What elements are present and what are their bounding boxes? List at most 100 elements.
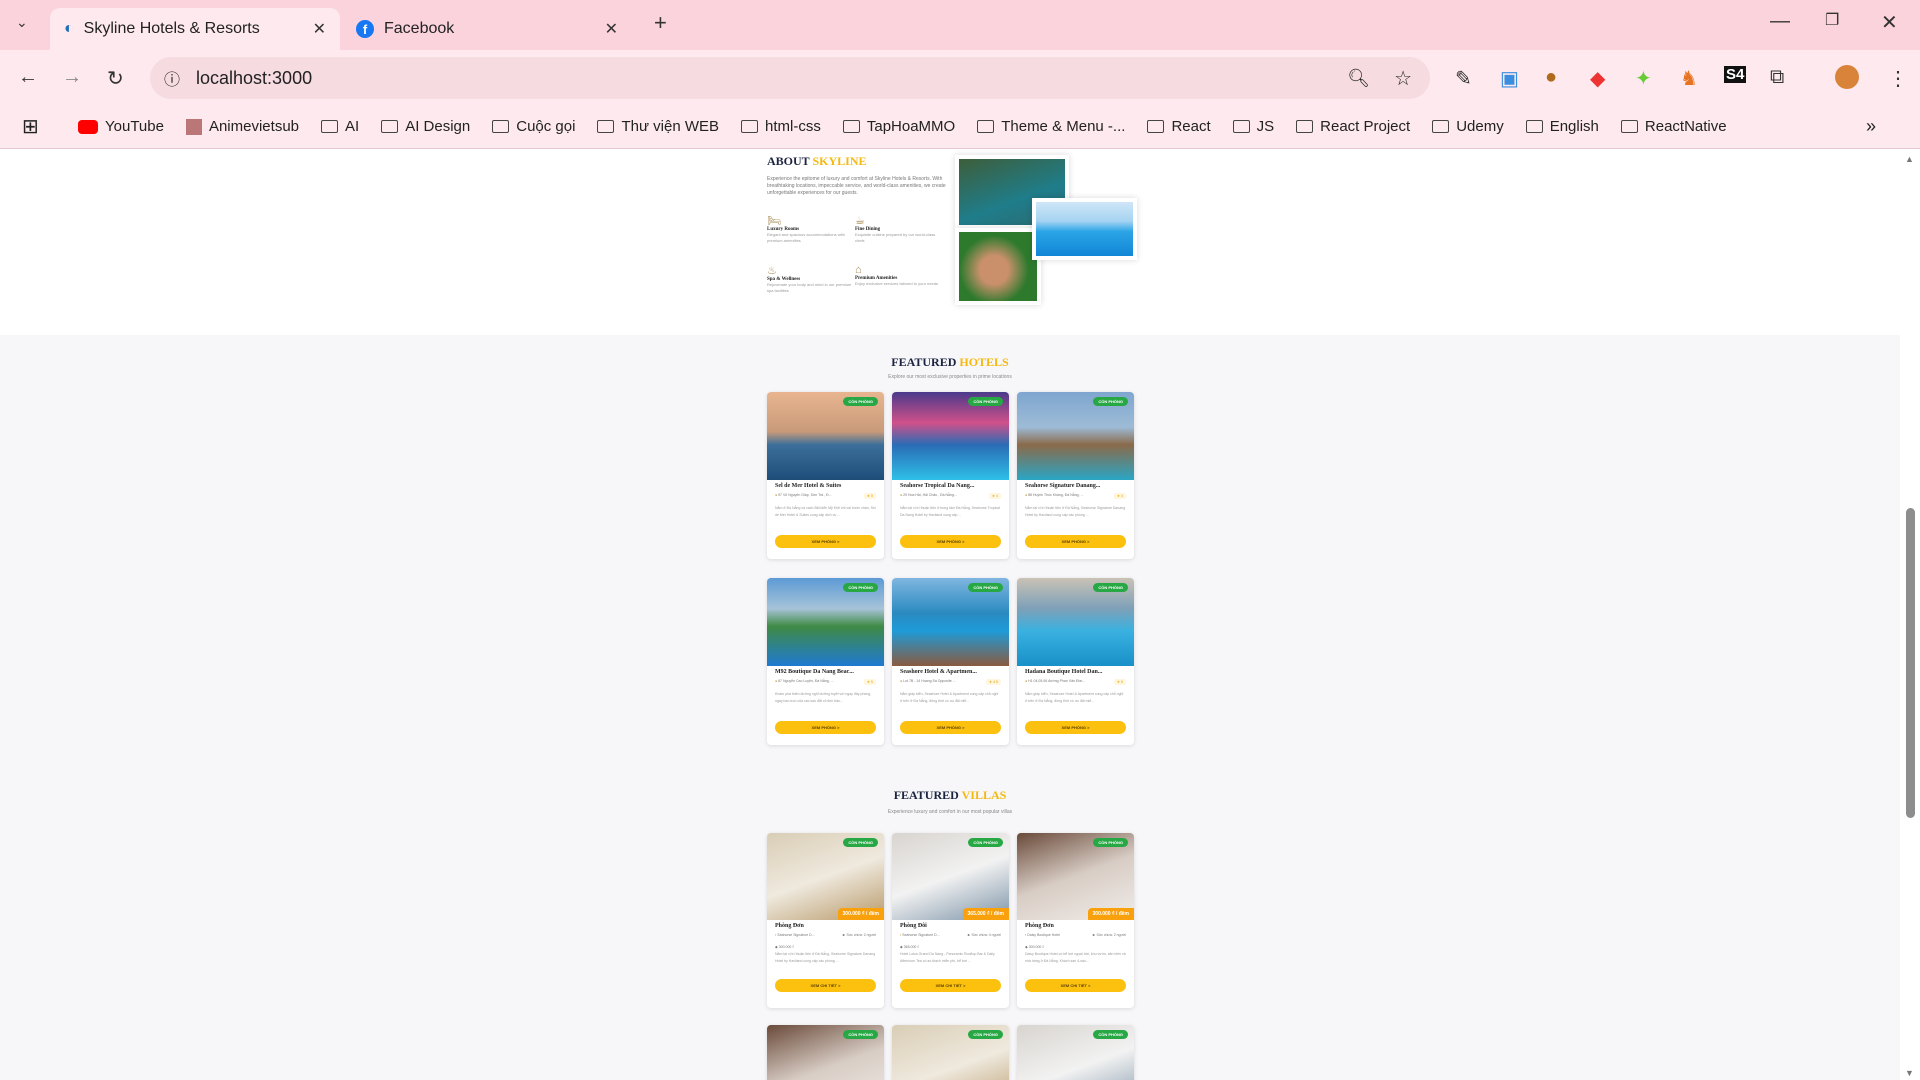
reload-icon[interactable]: ↻ — [107, 66, 124, 91]
view-rooms-button[interactable]: XEM PHÒNG > — [775, 535, 876, 548]
bookmark-folder[interactable]: TapHoaMMO — [842, 118, 955, 135]
scroll-down-icon[interactable]: ▼ — [1905, 1068, 1914, 1078]
bookmark-folder[interactable]: AI Design — [381, 118, 470, 135]
youtube-icon — [78, 119, 98, 134]
bookmark-folder[interactable]: Theme & Menu -... — [977, 118, 1125, 135]
close-window-icon[interactable]: ✕ — [1881, 10, 1898, 35]
hotel-rating: ★ 4.5 — [986, 679, 1001, 685]
bookmark-label: JS — [1256, 118, 1275, 135]
view-details-button[interactable]: XEM CHI TIẾT > — [775, 979, 876, 992]
bookmark-folder[interactable]: AI — [321, 118, 359, 135]
hotel-name: Hadana Boutique Hotel Dan... — [1025, 669, 1103, 675]
bookmark-folder[interactable]: English — [1525, 118, 1599, 135]
hotel-description: Nằm ở Đà Nẵng và cách Bãi biển Mỹ Khê ch… — [775, 506, 876, 517]
extension-leaf-icon[interactable]: ✦ — [1635, 66, 1652, 91]
bookmarks-bar: ⊞ YouTube Animevietsub AI AI Design Cuộc… — [0, 105, 1920, 149]
minimize-icon[interactable]: — — [1770, 10, 1790, 33]
new-tab-icon[interactable]: + — [654, 10, 667, 36]
tab-search-icon[interactable]: ⌄ — [16, 14, 28, 31]
villa-card[interactable]: CÒN PHÒNG — [892, 1025, 1009, 1080]
bookmark-label: React — [1171, 118, 1211, 135]
availability-badge: CÒN PHÒNG — [843, 838, 878, 847]
close-tab-icon[interactable]: ✕ — [313, 19, 326, 39]
hotel-address: ● H1 04,05,06 đường Phan Văn Đồn... — [1025, 679, 1086, 683]
tab-title: Skyline Hotels & Resorts — [83, 20, 260, 37]
users-icon: ☻ — [841, 933, 846, 937]
view-rooms-button[interactable]: XEM PHÒNG > — [1025, 721, 1126, 734]
view-rooms-button[interactable]: XEM PHÒNG > — [900, 721, 1001, 734]
bed-icon: 🛏︎ — [767, 215, 781, 227]
page-content: ABOUT SKYLINE Experience the epitome of … — [0, 150, 1900, 1080]
view-rooms-button[interactable]: XEM PHÒNG > — [775, 721, 876, 734]
view-details-button[interactable]: XEM CHI TIẾT > — [1025, 979, 1126, 992]
availability-badge: CÒN PHÒNG — [968, 397, 1003, 406]
extension-eyedropper-icon[interactable]: ✎ — [1455, 66, 1472, 91]
apps-grid-icon[interactable]: ⊞ — [22, 114, 39, 139]
availability-badge: CÒN PHÒNG — [843, 583, 878, 592]
bookmark-folder[interactable]: html-css — [741, 118, 821, 135]
zoom-icon[interactable]: 🔍︎ — [1347, 68, 1370, 89]
view-rooms-button[interactable]: XEM PHÒNG > — [900, 535, 1001, 548]
site-info-icon[interactable]: ⓘ — [164, 66, 180, 90]
tab-facebook[interactable]: f Facebook ✕ — [342, 8, 632, 50]
extensions-icon[interactable]: ⧉ — [1770, 66, 1784, 89]
extension-cookie-icon[interactable]: ● — [1545, 66, 1557, 89]
bookmark-folder[interactable]: React — [1147, 118, 1211, 135]
bookmark-folder[interactable]: Thư viện WEB — [597, 118, 719, 135]
back-icon[interactable]: ← — [18, 66, 38, 89]
resort-image — [1032, 198, 1137, 260]
villa-card[interactable]: CÒN PHÒNG 300.000 ₫ / đêm Phòng Đơn ▪ Dai… — [1017, 833, 1134, 1008]
folder-icon — [321, 120, 338, 133]
menu-icon[interactable]: ⋮ — [1888, 66, 1908, 91]
view-rooms-button[interactable]: XEM PHÒNG > — [1025, 535, 1126, 548]
bookmark-folder[interactable]: React Project — [1296, 118, 1410, 135]
bookmark-label: YouTube — [105, 118, 164, 135]
hotel-address: ● Lot 7B - 14 Hoang Sa Opposite ... — [900, 679, 956, 683]
extension-color-icon[interactable]: ◆ — [1590, 66, 1605, 91]
villa-hotel: ▪ Seahorse Signature D... — [775, 933, 815, 937]
hotel-name: Seashore Hotel & Apartmen... — [900, 669, 977, 675]
villa-card[interactable]: CÒN PHÒNG 300.000 ₫ / đêm Phòng Đơn ▪ Sea… — [767, 833, 884, 1008]
villa-card[interactable]: CÒN PHÒNG — [767, 1025, 884, 1080]
forward-icon[interactable]: → — [62, 66, 82, 89]
bookmark-star-icon[interactable]: ☆ — [1394, 66, 1412, 91]
tab-skyline[interactable]: ◐ Skyline Hotels & Resorts ✕ — [50, 8, 340, 50]
bookmark-folder[interactable]: Udemy — [1432, 118, 1504, 135]
hotel-card[interactable]: CÒN PHÒNG Seahorse Tropical Da Nang... ●… — [892, 392, 1009, 559]
bookmark-folder[interactable]: JS — [1232, 118, 1275, 135]
hotel-card[interactable]: CÒN PHÒNG Hadana Boutique Hotel Dan... ●… — [1017, 578, 1134, 745]
location-pin-icon: ● — [775, 493, 778, 497]
villa-card[interactable]: CÒN PHÒNG — [1017, 1025, 1134, 1080]
bookmark-folder[interactable]: Cuộc gọi — [492, 118, 575, 135]
extension-s4-icon[interactable]: S4 — [1724, 66, 1747, 83]
extension-metamask-icon[interactable]: ♞ — [1680, 66, 1698, 91]
hotel-card[interactable]: CÒN PHÒNG Sel de Mer Hotel & Suites ● 97… — [767, 392, 884, 559]
villa-card[interactable]: CÒN PHÒNG 365.000 ₫ / đêm Phòng Đôi ▪ Sea… — [892, 833, 1009, 1008]
address-bar[interactable]: ⓘ localhost:3000 🔍︎ ☆ — [150, 57, 1430, 99]
hotel-rating: ★ 4 — [1113, 493, 1126, 499]
bookmark-folder[interactable]: ReactNative — [1620, 118, 1727, 135]
scrollbar[interactable]: ▲ ▼ — [1900, 150, 1920, 1080]
hotel-card[interactable]: CÒN PHÒNG Seahorse Signature Danang... ●… — [1017, 392, 1134, 559]
more-bookmarks-icon[interactable]: » — [1866, 116, 1876, 137]
scrollbar-thumb[interactable] — [1906, 508, 1915, 818]
availability-badge: CÒN PHÒNG — [1093, 397, 1128, 406]
restore-icon[interactable]: ❐ — [1825, 10, 1839, 30]
hotel-image: CÒN PHÒNG — [767, 392, 884, 480]
extension-f-icon[interactable]: ▣ — [1500, 66, 1519, 91]
tab-title: Facebook — [384, 20, 455, 37]
close-tab-icon[interactable]: ✕ — [605, 19, 618, 39]
hotel-card[interactable]: CÒN PHÒNG Seashore Hotel & Apartmen... ●… — [892, 578, 1009, 745]
amenities-icon: ⌂ — [855, 264, 862, 276]
view-details-button[interactable]: XEM CHI TIẾT > — [900, 979, 1001, 992]
hotel-card[interactable]: CÒN PHÒNG M92 Boutique Da Nang Beac... ●… — [767, 578, 884, 745]
villas-title: FEATURED VILLAS — [893, 788, 1007, 802]
profile-avatar[interactable] — [1835, 65, 1859, 89]
folder-icon — [597, 120, 615, 133]
location-pin-icon: ● — [1025, 679, 1028, 683]
availability-badge: CÒN PHÒNG — [968, 1030, 1003, 1039]
bookmark-animevietsub[interactable]: Animevietsub — [185, 118, 299, 135]
about-description: Experience the epitome of luxury and com… — [767, 176, 946, 196]
scroll-up-icon[interactable]: ▲ — [1905, 154, 1914, 164]
bookmark-youtube[interactable]: YouTube — [78, 118, 164, 135]
